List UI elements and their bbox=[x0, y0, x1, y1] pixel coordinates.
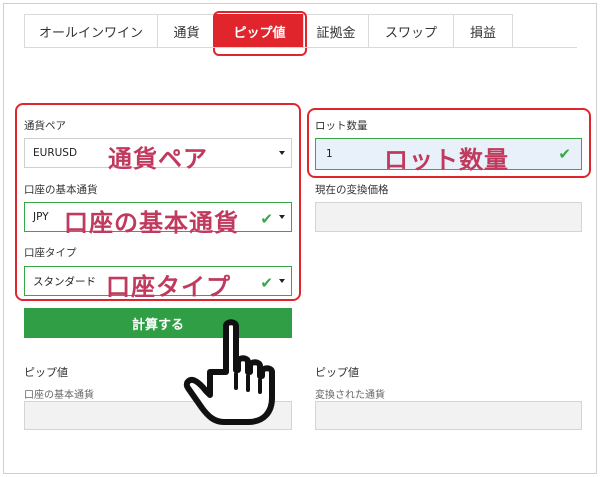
base-currency-label: 口座の基本通貨 bbox=[24, 184, 98, 196]
tab-currency[interactable]: 通貨 bbox=[157, 14, 215, 48]
check-icon: ✔ bbox=[260, 210, 273, 228]
result-left-title: ピップ値 bbox=[24, 366, 68, 379]
tab-margin[interactable]: 証拠金 bbox=[303, 14, 368, 48]
annotation-base-currency: 口座の基本通貨 bbox=[64, 209, 239, 237]
check-icon: ✔ bbox=[260, 274, 273, 292]
annotation-lot: ロット数量 bbox=[384, 146, 509, 174]
tab-all-in-one[interactable]: オールインワイン bbox=[24, 14, 157, 48]
base-currency-value: JPY bbox=[33, 211, 49, 223]
pair-label: 通貨ペア bbox=[24, 120, 66, 132]
annotation-account-type: 口座タイプ bbox=[106, 273, 231, 301]
tab-profit-loss[interactable]: 損益 bbox=[453, 14, 513, 48]
result-right-sub: 変換された通貨 bbox=[315, 390, 385, 401]
tabs-divider bbox=[24, 47, 577, 48]
caret-down-icon bbox=[279, 215, 285, 219]
caret-down-icon bbox=[279, 151, 285, 155]
caret-down-icon bbox=[279, 279, 285, 283]
rate-field bbox=[315, 202, 582, 232]
account-type-label: 口座タイプ bbox=[24, 247, 77, 259]
annotation-pair: 通貨ペア bbox=[108, 145, 208, 173]
active-tab-highlight bbox=[213, 11, 307, 56]
pointing-hand-icon bbox=[183, 319, 275, 425]
result-right-field bbox=[315, 401, 582, 430]
result-right-title: ピップ値 bbox=[315, 366, 359, 379]
lot-value: 1 bbox=[326, 148, 333, 160]
pair-value: EURUSD bbox=[33, 147, 78, 159]
lot-label: ロット数量 bbox=[315, 120, 368, 132]
tab-swap[interactable]: スワップ bbox=[368, 14, 453, 48]
check-icon: ✔ bbox=[558, 145, 571, 163]
account-type-value: スタンダード bbox=[33, 275, 96, 288]
rate-label: 現在の変換価格 bbox=[315, 184, 389, 196]
result-left-sub: 口座の基本通貨 bbox=[24, 390, 94, 401]
